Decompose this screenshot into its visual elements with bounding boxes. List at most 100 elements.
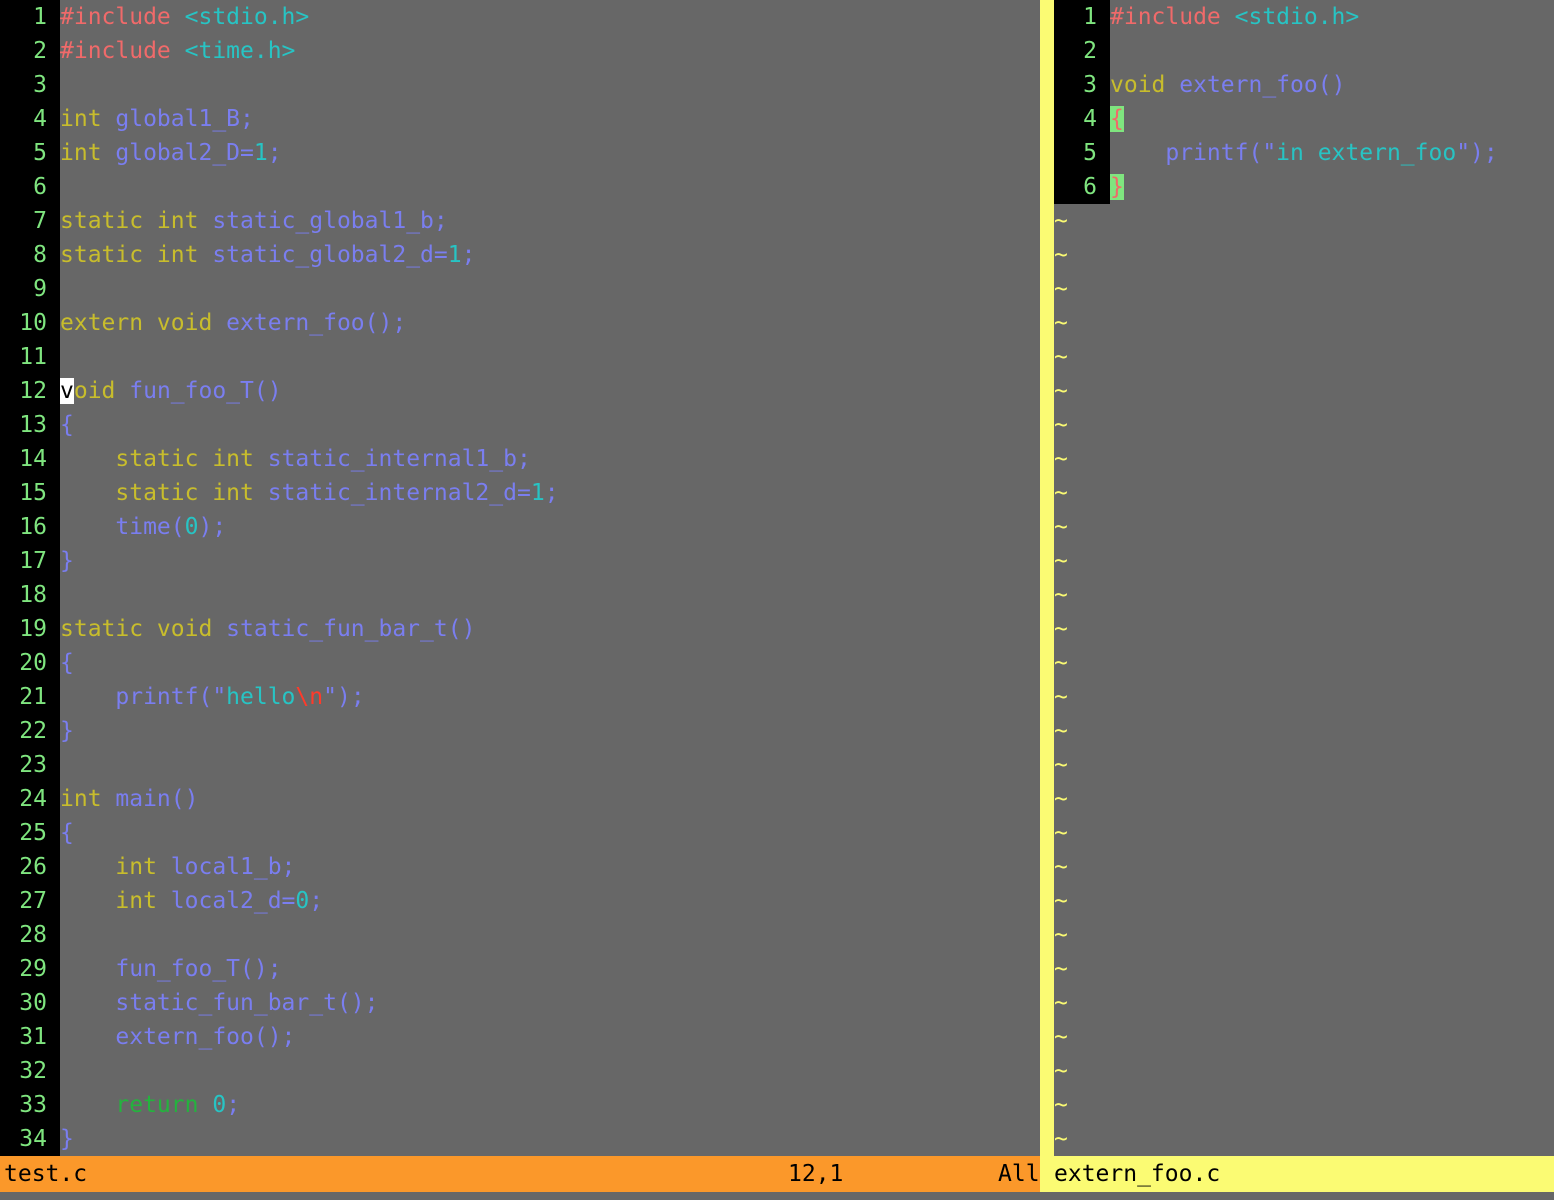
code-token: int — [60, 106, 116, 132]
matching-brace: { — [1110, 106, 1124, 132]
line-number: 2 — [33, 38, 47, 64]
code-token: 0 — [212, 1092, 227, 1118]
code-token: hello — [226, 684, 296, 710]
code-line[interactable]: static int static_internal1_b; — [60, 442, 531, 476]
command-line[interactable] — [0, 1192, 1554, 1200]
code-line[interactable]: static int static_global2_d=1; — [60, 238, 475, 272]
empty-line-marker: ~ — [1054, 582, 1068, 608]
code-token: <time.h> — [184, 38, 296, 64]
code-token: static int — [60, 446, 268, 472]
code-line[interactable]: printf("in extern_foo"); — [1110, 136, 1498, 170]
code-line[interactable]: extern_foo(); — [60, 1020, 295, 1054]
code-line[interactable]: { — [60, 646, 74, 680]
code-token: { — [60, 412, 74, 438]
code-token: static int — [60, 480, 268, 506]
code-token: 0 — [184, 514, 199, 540]
line-number: 20 — [19, 650, 47, 676]
code-line[interactable]: { — [60, 408, 74, 442]
code-token: { — [60, 650, 74, 676]
empty-line-marker: ~ — [1054, 1058, 1068, 1084]
code-token: \n — [295, 684, 324, 710]
code-line[interactable]: printf("hello\n"); — [60, 680, 365, 714]
code-line[interactable]: time(0); — [60, 510, 226, 544]
code-line[interactable]: } — [60, 714, 74, 748]
code-token: ; — [267, 140, 282, 166]
line-number: 7 — [33, 208, 47, 234]
code-token: main() — [115, 786, 199, 812]
code-token: } — [60, 1126, 74, 1152]
code-token: in extern_foo — [1276, 140, 1457, 166]
vertical-split-separator[interactable] — [1040, 0, 1054, 1156]
code-line[interactable]: { — [60, 816, 74, 850]
empty-line-marker: ~ — [1054, 310, 1068, 336]
line-number: 34 — [19, 1126, 47, 1152]
code-token: static_internal1_b; — [267, 446, 531, 472]
line-number: 4 — [33, 106, 47, 132]
code-line[interactable]: int global2_D=1; — [60, 136, 282, 170]
line-number: 4 — [1083, 106, 1097, 132]
code-line[interactable]: static_fun_bar_t(); — [60, 986, 379, 1020]
code-line[interactable]: int local2_d=0; — [60, 884, 323, 918]
line-number: 14 — [19, 446, 47, 472]
code-line[interactable]: } — [1110, 170, 1124, 204]
code-line[interactable]: { — [1110, 102, 1124, 136]
code-line[interactable]: int main() — [60, 782, 198, 816]
code-token: static_global2_d= — [212, 242, 448, 268]
code-line[interactable]: return 0; — [60, 1088, 240, 1122]
line-number: 31 — [19, 1024, 47, 1050]
line-number: 5 — [1083, 140, 1097, 166]
code-token: oid — [73, 378, 130, 404]
code-line[interactable]: } — [60, 1122, 74, 1156]
code-token: ; — [309, 888, 324, 914]
code-line[interactable]: int global1_B; — [60, 102, 254, 136]
code-line[interactable]: #include <time.h> — [60, 34, 295, 68]
code-token: static void — [60, 616, 227, 642]
empty-line-marker: ~ — [1054, 922, 1068, 948]
code-line[interactable]: int local1_b; — [60, 850, 295, 884]
code-line[interactable]: #include <stdio.h> — [1110, 0, 1359, 34]
empty-line-marker: ~ — [1054, 1092, 1068, 1118]
line-number: 21 — [19, 684, 47, 710]
line-number: 30 — [19, 990, 47, 1016]
line-number: 28 — [19, 922, 47, 948]
code-token: time( — [60, 514, 185, 540]
code-line[interactable]: void extern_foo() — [1110, 68, 1345, 102]
code-token: extern_foo(); — [60, 1024, 296, 1050]
left-editor-window[interactable]: 1 #include <stdio.h> 2 #include <time.h> 3 4 i… — [0, 0, 1040, 1156]
line-number: 17 — [19, 548, 47, 574]
empty-line-marker: ~ — [1054, 548, 1068, 574]
code-token: extern_foo(); — [226, 310, 407, 336]
code-token: fun_foo_T(); — [60, 956, 282, 982]
code-token: void — [1110, 72, 1180, 98]
line-number: 2 — [1083, 38, 1097, 64]
line-number: 25 — [19, 820, 47, 846]
code-line[interactable]: } — [60, 544, 74, 578]
line-number: 1 — [1083, 4, 1097, 30]
code-token: "); — [323, 684, 365, 710]
code-line[interactable]: static void static_fun_bar_t() — [60, 612, 475, 646]
code-token: global2_D= — [115, 140, 254, 166]
code-token: global1_B; — [115, 106, 254, 132]
code-line[interactable]: void fun_foo_T() — [60, 374, 282, 408]
code-token: static_global1_b; — [212, 208, 448, 234]
code-line[interactable]: static int static_global1_b; — [60, 204, 448, 238]
code-token: #include — [60, 38, 185, 64]
code-line[interactable]: static int static_internal2_d=1; — [60, 476, 559, 510]
code-token: extern_foo() — [1179, 72, 1346, 98]
code-token: 1 — [447, 242, 462, 268]
code-line[interactable]: fun_foo_T(); — [60, 952, 282, 986]
empty-line-marker: ~ — [1054, 820, 1068, 846]
empty-line-marker: ~ — [1054, 242, 1068, 268]
code-line[interactable]: #include <stdio.h> — [60, 0, 309, 34]
code-token: ; — [544, 480, 559, 506]
code-token: fun_foo_T() — [129, 378, 282, 404]
code-token: ; — [226, 1092, 241, 1118]
status-separator — [1040, 1156, 1054, 1192]
code-token: static_fun_bar_t(); — [60, 990, 379, 1016]
line-number: 29 — [19, 956, 47, 982]
line-number: 15 — [19, 480, 47, 506]
code-token: "); — [1456, 140, 1498, 166]
right-editor-window[interactable]: 1 #include <stdio.h> 2 3 void extern_foo() 4 {… — [1054, 0, 1554, 1156]
code-line[interactable]: extern void extern_foo(); — [60, 306, 406, 340]
code-token: static int — [60, 242, 213, 268]
